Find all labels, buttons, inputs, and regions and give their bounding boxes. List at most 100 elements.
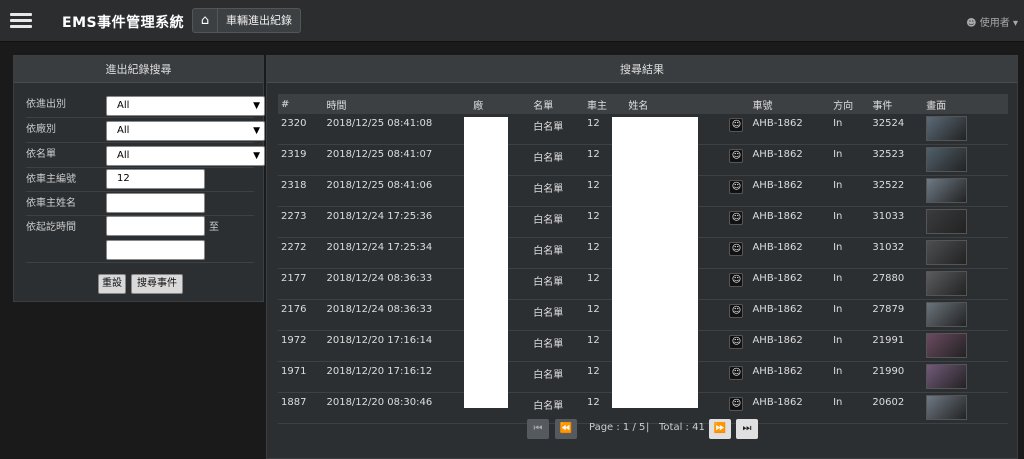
column-header: 車主 [584, 94, 626, 114]
camera-thumbnail[interactable] [926, 271, 968, 296]
user-icon: ☻ [966, 18, 977, 29]
column-header: 時間 [323, 94, 471, 114]
cell-event: 32524 [869, 114, 924, 145]
camera-thumbnail[interactable] [926, 116, 968, 141]
camera-thumbnail[interactable] [926, 333, 968, 358]
cell-list: 白名單 [530, 299, 585, 331]
prev-page-button[interactable]: ⏪ [555, 419, 577, 439]
cell-list: 白名單 [530, 175, 585, 207]
cell-plate: AHB-1862 [749, 175, 831, 207]
user-icon[interactable]: ☺ [729, 242, 744, 256]
results-panel-title: 搜尋結果 [267, 56, 1017, 83]
cell-event: 31033 [869, 206, 924, 238]
user-icon[interactable]: ☺ [729, 397, 744, 411]
cell-direction: In [830, 268, 870, 300]
filter-label: 依車主姓名 [26, 198, 76, 209]
cell-list: 白名單 [530, 144, 585, 176]
cell-list: 白名單 [530, 206, 585, 238]
next-page-button[interactable]: ⏩ [709, 419, 731, 439]
camera-thumbnail[interactable] [926, 209, 968, 234]
filter-label: 依廠別 [26, 124, 56, 135]
menu-icon[interactable] [10, 13, 32, 29]
list-select[interactable]: All ▼ [106, 146, 265, 166]
cell-id: 2318 [278, 175, 324, 207]
cell-plate: AHB-1862 [749, 144, 831, 176]
cell-plate: AHB-1862 [749, 237, 831, 269]
camera-thumbnail[interactable] [926, 147, 968, 172]
camera-thumbnail[interactable] [926, 364, 968, 389]
filter-label: 依進出別 [26, 99, 66, 110]
column-header: 畫面 [923, 94, 1008, 114]
user-icon[interactable]: ☺ [729, 335, 744, 349]
factory-select[interactable]: All ▼ [106, 121, 265, 141]
filter-owner-id-row: 依車主編號 12 [26, 168, 254, 192]
cell-plate: AHB-1862 [749, 392, 831, 424]
cell-plate: AHB-1862 [749, 299, 831, 331]
camera-thumbnail[interactable] [926, 178, 968, 203]
cell-id: 1887 [278, 392, 324, 424]
first-page-button[interactable]: ⏮ [527, 419, 549, 439]
cell-id: 2176 [278, 299, 324, 331]
cell-image [923, 175, 1008, 207]
user-icon[interactable]: ☺ [729, 304, 744, 318]
start-time-input[interactable] [106, 216, 205, 236]
owner-id-input[interactable]: 12 [106, 169, 205, 189]
chevron-down-icon: ▼ [253, 126, 260, 136]
breadcrumb[interactable]: 車輛進出紀錄 [218, 8, 301, 33]
column-header: 名單 [530, 94, 585, 114]
last-page-button[interactable]: ⏭ [736, 419, 758, 439]
user-icon[interactable]: ☺ [729, 149, 744, 163]
fast-forward-icon: ⏩ [713, 423, 727, 434]
camera-thumbnail[interactable] [926, 395, 968, 420]
cell-image [923, 206, 1008, 238]
top-bar: EMS事件管理系統 ⌂ 車輛進出紀錄 ☻ 使用者 ▾ [0, 0, 1024, 42]
filter-list-row: 依名單 All ▼ [26, 143, 265, 168]
reset-button[interactable]: 重設 [98, 274, 126, 294]
search-panel-title: 進出紀錄搜尋 [14, 56, 263, 83]
cell-direction: In [830, 206, 870, 238]
rewind-icon: ⏪ [559, 423, 573, 434]
search-button[interactable]: 搜尋事件 [131, 274, 183, 294]
results-panel: 搜尋結果 # 時間廠名單 車主 姓名 車號 方向 事件 畫面 2320 2018/12/25 0… [266, 55, 1018, 459]
total-count: Total : 41 [659, 422, 705, 433]
cell-direction: In [830, 392, 870, 424]
cell-direction: In [830, 299, 870, 331]
direction-select[interactable]: All ▼ [106, 96, 265, 116]
user-icon[interactable]: ☺ [729, 273, 744, 287]
chevron-down-icon: ▼ [253, 151, 260, 161]
cell-image [923, 330, 1008, 362]
user-icon[interactable]: ☺ [729, 366, 744, 380]
cell-direction: In [830, 175, 870, 207]
to-label: 至 [209, 222, 219, 233]
search-panel: 進出紀錄搜尋 依進出別 All ▼ 依廠別 All ▼ 依名單 All ▼ 依車主編號… [13, 55, 265, 302]
end-time-input[interactable] [106, 240, 205, 260]
owner-name-input[interactable] [106, 193, 205, 213]
redacted-block [464, 117, 508, 408]
filter-time-row: 依起訖時間 至 [26, 216, 254, 263]
cell-image [923, 299, 1008, 331]
cell-event: 27879 [869, 299, 924, 331]
camera-thumbnail[interactable] [926, 240, 968, 265]
filter-direction-row: 依進出別 All ▼ [26, 93, 265, 118]
table-header: # 時間廠名單 車主 姓名 車號 方向 事件 畫面 [278, 94, 1008, 114]
user-icon[interactable]: ☺ [729, 118, 744, 132]
cell-id: 2320 [278, 114, 324, 145]
cell-direction: In [830, 330, 870, 362]
cell-id: 2177 [278, 268, 324, 300]
cell-image [923, 361, 1008, 393]
user-icon[interactable]: ☺ [729, 180, 744, 194]
user-menu[interactable]: ☻ 使用者 ▾ [966, 14, 1018, 29]
camera-thumbnail[interactable] [926, 302, 968, 327]
cell-time: 2018/12/25 08:41:06 [323, 175, 471, 207]
column-header: 廠 [470, 94, 531, 114]
cell-plate: AHB-1862 [749, 330, 831, 362]
pager-separator: | [646, 422, 650, 433]
cell-event: 27880 [869, 268, 924, 300]
home-icon[interactable]: ⌂ [192, 8, 218, 33]
cell-time: 2018/12/25 08:41:07 [323, 144, 471, 176]
cell-event: 32523 [869, 144, 924, 176]
user-icon[interactable]: ☺ [729, 211, 744, 225]
filter-label: 依起訖時間 [26, 222, 76, 233]
cell-plate: AHB-1862 [749, 268, 831, 300]
cell-direction: In [830, 144, 870, 176]
